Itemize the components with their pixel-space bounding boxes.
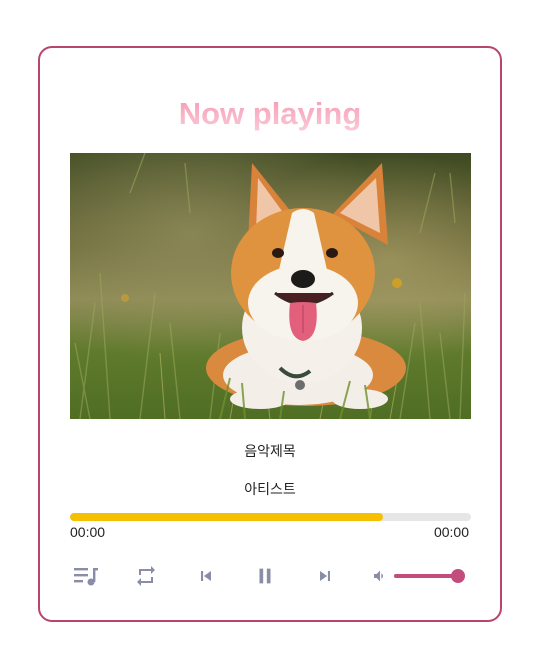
volume-fill <box>394 574 458 578</box>
playlist-button[interactable] <box>71 561 101 591</box>
repeat-button[interactable] <box>131 561 161 591</box>
skip-previous-icon <box>201 571 211 581</box>
player-heading: Now playing <box>40 96 500 132</box>
music-player-card: Now playing 음악제목 아티스트 00:00 00:00 <box>38 46 502 622</box>
next-button[interactable] <box>310 561 340 591</box>
volume-icon[interactable] <box>371 568 389 584</box>
duration-time: 00:00 <box>433 524 469 540</box>
previous-button[interactable] <box>191 561 221 591</box>
song-title: 음악제목 <box>244 444 296 460</box>
progress-bar[interactable] <box>70 513 471 521</box>
pause-icon <box>259 568 271 584</box>
current-time: 00:00 <box>70 524 106 540</box>
volume-thumb[interactable] <box>450 569 465 583</box>
corgi-image <box>70 153 471 419</box>
volume-slider[interactable] <box>394 569 465 583</box>
pause-button[interactable] <box>250 561 280 591</box>
artist-name: 아티스트 <box>244 482 296 498</box>
progress-fill <box>70 513 383 521</box>
album-art <box>70 153 471 419</box>
skip-next-icon <box>320 571 330 581</box>
playlist-icon <box>74 568 98 586</box>
repeat-icon <box>137 566 155 586</box>
